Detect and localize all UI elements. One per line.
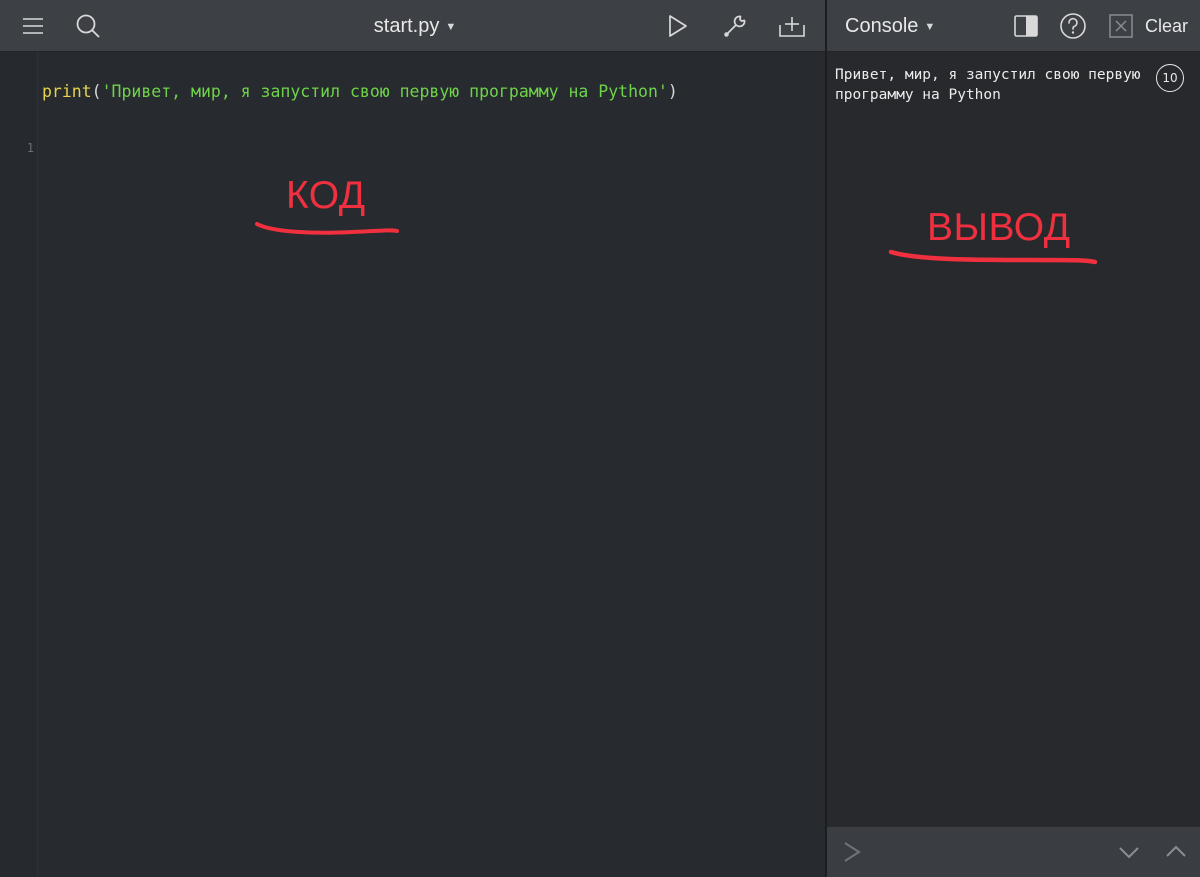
console-title-dropdown[interactable]: Console ▼ xyxy=(845,0,935,52)
close-box-icon[interactable] xyxy=(1103,8,1139,44)
help-icon[interactable] xyxy=(1055,8,1091,44)
output-annotation-label: ВЫВОД xyxy=(927,206,1071,249)
history-down-icon[interactable] xyxy=(1116,839,1142,865)
editor-pane: start.py ▼ 1 print('Привет, мир, я запус… xyxy=(0,0,825,877)
console-pane: Console ▼ Clear Привет, мир, я запустил … xyxy=(827,0,1200,877)
code-string-token: 'Привет, мир, я запустил свою первую про… xyxy=(101,82,668,101)
console-title: Console xyxy=(845,14,919,37)
code-annotation-underline xyxy=(255,222,399,235)
code-function-token: print xyxy=(42,82,92,101)
console-input-bar[interactable] xyxy=(827,826,1200,877)
split-view-icon[interactable] xyxy=(1008,8,1044,44)
search-icon[interactable] xyxy=(70,8,106,44)
wrench-icon[interactable] xyxy=(717,8,753,44)
editor-toolbar: start.py ▼ xyxy=(0,0,825,52)
clear-button[interactable]: Clear xyxy=(1145,0,1188,52)
add-file-icon[interactable] xyxy=(774,8,810,44)
line-number: 1 xyxy=(26,141,34,155)
console-output: Привет, мир, я запустил свою первую прог… xyxy=(835,67,1150,103)
chevron-down-icon: ▼ xyxy=(445,21,457,33)
code-annotation-label: КОД xyxy=(286,174,366,217)
code-paren-close: ) xyxy=(667,82,678,101)
history-up-icon[interactable] xyxy=(1163,839,1189,865)
output-annotation-underline xyxy=(888,249,1098,265)
code-line[interactable]: print('Привет, мир, я запустил свою перв… xyxy=(42,82,678,101)
file-title-dropdown[interactable]: start.py ▼ xyxy=(340,0,490,52)
prompt-chevron-icon[interactable] xyxy=(839,839,865,865)
chevron-down-icon: ▼ xyxy=(924,21,936,33)
file-name: start.py xyxy=(373,14,440,37)
run-play-icon[interactable] xyxy=(660,8,696,44)
code-paren-open: ( xyxy=(91,82,102,101)
hamburger-menu-icon[interactable] xyxy=(15,8,51,44)
line-number-gutter: 1 xyxy=(0,53,38,877)
console-toolbar: Console ▼ Clear xyxy=(827,0,1200,52)
output-info-badge[interactable]: 10 xyxy=(1156,64,1184,92)
